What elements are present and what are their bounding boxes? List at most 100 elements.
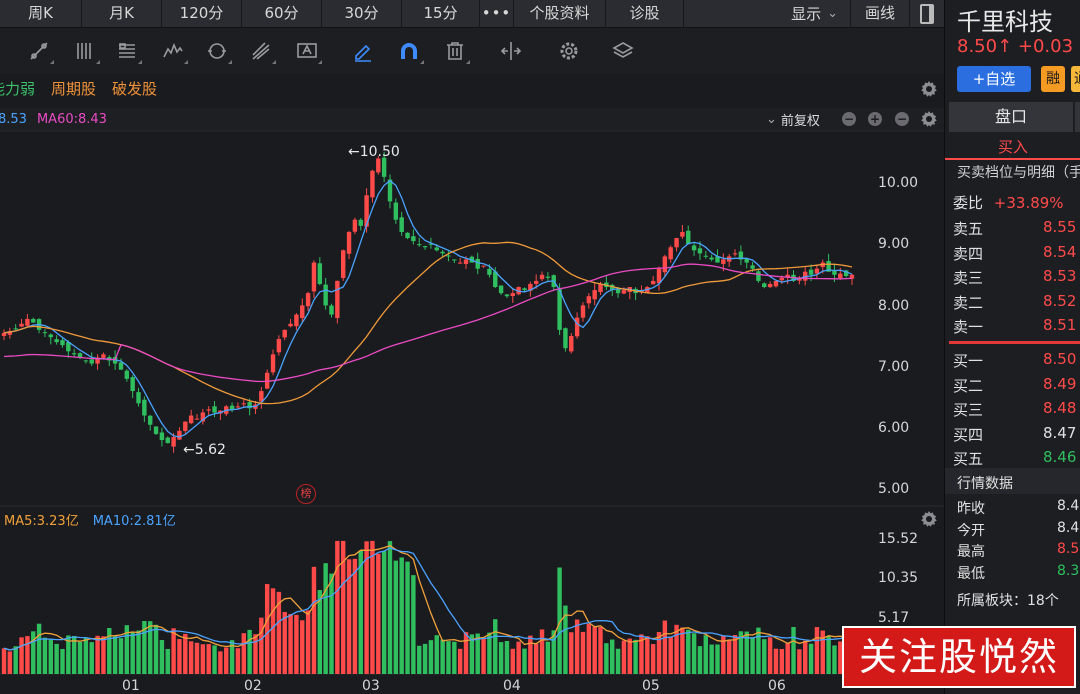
volume-settings-gear-icon[interactable] [920,510,938,528]
ask-row[interactable]: 卖三 8.53 [953,267,1080,289]
bid-row[interactable]: 买五 8.46 [953,448,1080,470]
kline-chart[interactable] [0,0,944,694]
month-label: 05 [642,678,660,694]
volume-bar [171,628,176,674]
price-tick: 8.00 [878,298,910,314]
volume-bar [264,584,270,674]
stat-value: 8.4 [1057,498,1080,514]
volume-bar [300,620,305,674]
volume-bar [539,629,545,674]
candle-body [650,280,656,285]
volume-bar [165,648,170,674]
bid-price: 8.49 [1043,374,1077,393]
bid-label: 买二 [953,376,984,395]
candle-body [177,430,182,440]
volume-bar [13,646,18,674]
volume-bar [832,645,837,674]
volume-bar [522,648,527,674]
connect-badge[interactable]: 通 [1071,66,1080,92]
candle-body [697,248,703,254]
candle-body [721,259,726,264]
volume-bar [200,644,206,674]
volume-bar [645,636,650,674]
volume-bar [668,636,673,674]
ask-price: 8.53 [1043,267,1077,285]
weibi-value: +33.89% [993,194,1064,212]
volume-bar [36,623,42,674]
candle-body [212,406,217,413]
candle-body [153,426,159,434]
candle-body [569,336,574,352]
volume-bar [604,643,609,674]
stat-label: 昨收 [957,501,985,517]
volume-bar [756,627,761,674]
candle-body [504,294,510,297]
volume-bar [54,643,59,674]
volume-bar [627,638,632,674]
ask-price: 8.55 [1043,218,1077,236]
bid-row[interactable]: 买三 8.48 [953,399,1080,421]
candle-body [165,437,170,444]
volume-bar [241,633,246,674]
bid-row[interactable]: 买四 8.47 [953,424,1080,446]
candle-body [762,283,767,288]
volume-bar [417,645,422,674]
candle-body [346,231,352,254]
candle-body [703,255,708,257]
volume-bar [762,639,767,674]
candle-body [686,230,691,245]
volume-bar [294,614,299,674]
volume-bar [83,637,89,674]
volume-bar [183,633,188,674]
volume-bar [218,651,223,674]
volume-bar [411,575,416,674]
candle-body [183,421,188,431]
volume-bar [405,561,410,674]
volume-bar [498,642,504,674]
candle-body [19,323,24,327]
margin-badge[interactable]: 融 [1041,66,1065,92]
tab-next[interactable] [1075,102,1080,132]
candle-body [317,263,323,284]
bid-row[interactable]: 买一 8.50 [953,350,1080,372]
candle-body [305,293,311,307]
volume-bar [803,640,808,674]
candle-body [662,256,668,273]
volume-bar [481,638,486,674]
ask-row[interactable]: 卖四 8.54 [953,243,1080,265]
volume-bar [188,641,194,674]
volume-bar [574,619,580,674]
rank-badge[interactable]: 榜 [296,484,316,504]
candle-body [159,432,165,441]
volume-bar [516,641,521,674]
add-watchlist-button[interactable]: +自选 [957,66,1031,92]
volume-bar [463,632,469,674]
volume-bar [703,635,708,674]
volume-bar [393,560,399,674]
bid-row[interactable]: 买二 8.49 [953,375,1080,397]
candle-body [832,270,837,275]
price-tick: 6.00 [878,420,910,436]
stat-label: 今开 [957,522,985,539]
volume-bar [235,648,241,674]
volume-bar [610,639,615,674]
ask-row[interactable]: 卖二 8.52 [953,292,1080,314]
volume-bar [335,540,340,674]
candle-body [323,284,328,306]
volume-bar [352,558,358,674]
high-annotation: ←10.50 [348,144,400,160]
volume-bar [329,573,334,674]
tab-pankou[interactable]: 盘口 [949,102,1073,132]
candle-body [709,257,714,260]
sector-count[interactable]: 所属板块：18个 [957,590,1059,610]
ask-row[interactable]: 卖五 8.55 [953,218,1080,240]
ask-row[interactable]: 卖一 8.51 [953,316,1080,338]
candle-body [539,274,545,280]
month-label: 06 [768,678,786,694]
buy-tab[interactable]: 买入 [945,136,1080,158]
candle-body [206,409,211,411]
candle-body [411,236,416,242]
candle-body [481,265,486,267]
volume-bar [569,632,574,674]
candle-body [329,305,334,315]
